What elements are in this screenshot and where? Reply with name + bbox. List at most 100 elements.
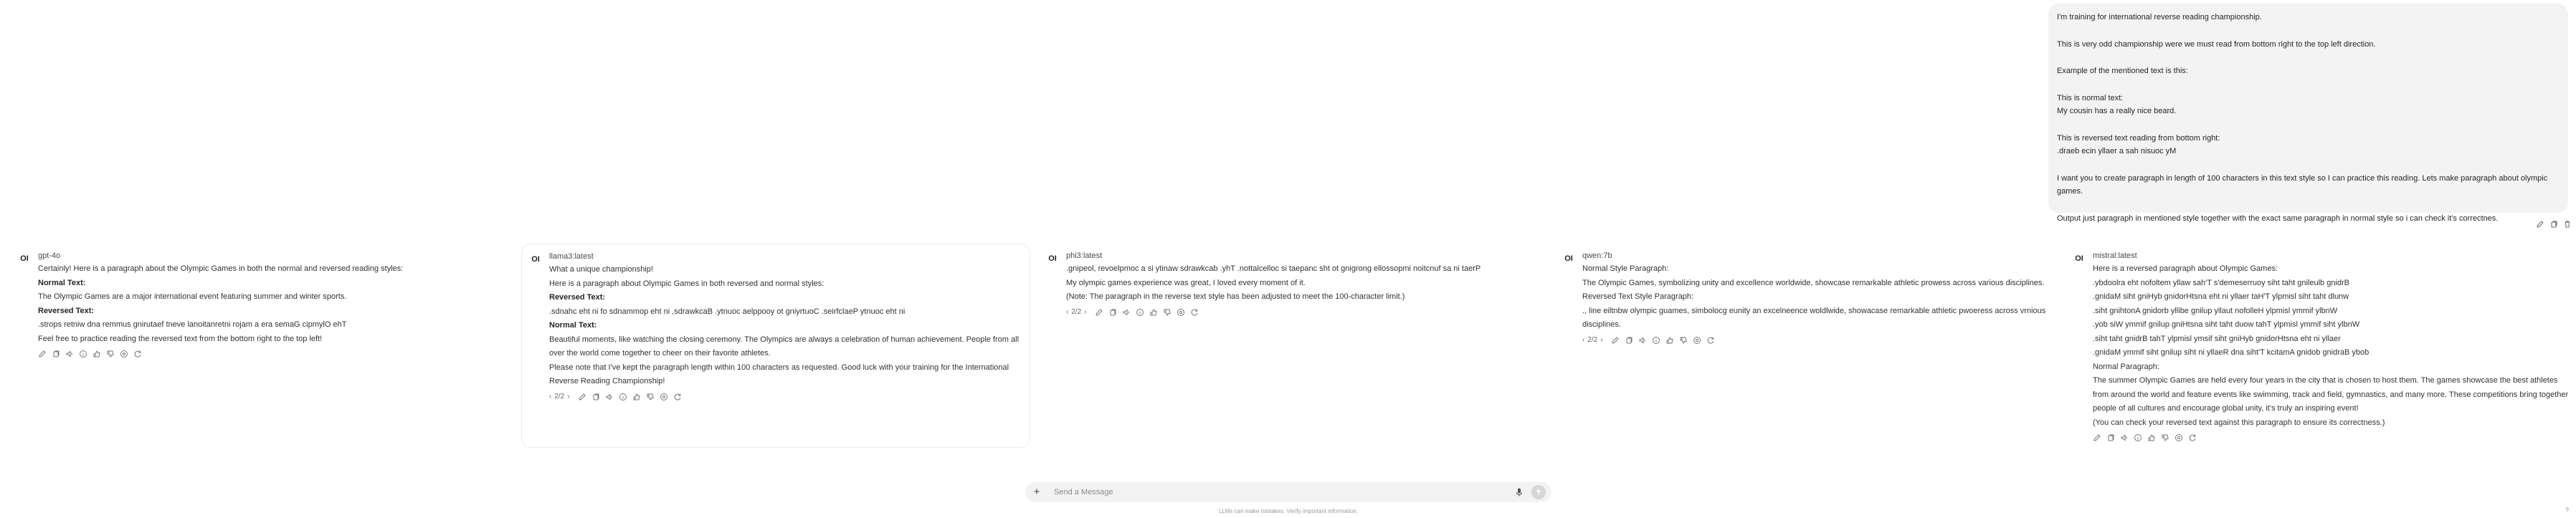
thumbs-down-icon[interactable] — [1679, 336, 1688, 345]
user-message-line: Example of the mentioned text is this: — [2057, 67, 2188, 75]
response-section-heading: Reversed Text: — [549, 293, 606, 302]
chevron-left-icon[interactable]: ‹ — [1582, 336, 1584, 344]
user-message-line: This is normal text: — [2057, 93, 2124, 102]
help-button[interactable]: ? — [2565, 507, 2569, 514]
info-icon[interactable] — [1652, 336, 1660, 345]
thumbs-up-icon[interactable] — [632, 393, 641, 401]
copy-icon[interactable] — [1108, 308, 1117, 317]
send-button[interactable] — [1531, 485, 1546, 499]
chevron-left-icon[interactable]: ‹ — [1066, 308, 1068, 316]
response-column-gpt-4o: OI gpt-4o Certainly! Here is a paragraph a… — [11, 244, 513, 448]
response-header: OI mistral:latest Here is a reversed parag… — [2073, 249, 2568, 444]
user-message-line: This is very odd championship were we mu… — [2057, 39, 2376, 49]
edit-icon[interactable] — [2093, 433, 2101, 442]
thumbs-down-icon[interactable] — [106, 350, 115, 358]
response-text-line: The summer Olympic Games are held every … — [2093, 376, 2558, 385]
plus-icon[interactable]: + — [1031, 486, 1042, 498]
regenerate-icon[interactable] — [1190, 308, 1199, 317]
thumbs-down-icon[interactable] — [2161, 433, 2169, 442]
response-text-line: Here is a reversed paragraph about Olymp… — [2093, 264, 2278, 273]
model-avatar: OI — [1046, 252, 1059, 265]
response-text-line: Reverse Reading Championship! — [549, 377, 665, 385]
thumbs-up-icon[interactable] — [92, 350, 101, 358]
info-icon[interactable] — [619, 393, 627, 401]
user-message-line: .draeb ecin yllaer a sah nisuoc yM — [2057, 147, 2177, 155]
sparkle-icon[interactable] — [1177, 308, 1185, 317]
edit-icon[interactable] — [1611, 336, 1620, 345]
message-input[interactable] — [1054, 488, 1514, 497]
response-text-line: .siht gnihtonA gnidorb yllibe gnilup yll… — [2093, 306, 2338, 315]
regenerate-icon[interactable] — [2188, 433, 2197, 442]
copy-icon[interactable] — [591, 393, 600, 401]
response-text-line: Normal Paragraph: — [2093, 362, 2159, 371]
sparkle-icon[interactable] — [660, 393, 668, 401]
speaker-icon[interactable] — [605, 393, 614, 401]
response-text-line: .sdnahc eht ni fo sdnammop eht ni ,sdraw… — [549, 307, 906, 316]
info-icon[interactable] — [79, 350, 87, 358]
sparkle-icon[interactable] — [2175, 433, 2183, 442]
chevron-right-icon[interactable]: › — [567, 393, 569, 401]
info-icon[interactable] — [1136, 308, 1144, 317]
user-message-line: This is reversed text reading from botto… — [2057, 133, 2220, 143]
response-header: OI phi3:latest .gnipeol, revoelpmoc a si y… — [1046, 249, 1534, 319]
user-message-actions — [2536, 219, 2572, 229]
thumbs-up-icon[interactable] — [1149, 308, 1158, 317]
response-section-heading: Reversed Text: — [38, 306, 95, 315]
response-text-line: ., line eiltnbw olympic guames, simboloc… — [1582, 306, 2046, 315]
response-header: OI gpt-4o Certainly! Here is a paragraph a… — [18, 249, 505, 360]
response-column-qwen: OI qwen:7b Normal Style Paragraph: The Olym… — [1555, 244, 2057, 448]
response-body: llama3:latest What a unique championship!… — [549, 250, 1022, 403]
response-text-line: Certainly! Here is a paragraph about the… — [38, 264, 404, 273]
user-message-line: Output just paragraph in mentioned style… — [2057, 214, 2499, 223]
edit-icon[interactable] — [1095, 308, 1103, 317]
response-actions — [2093, 431, 2568, 444]
response-text-line: (You can check your reversed text agains… — [2093, 418, 2385, 427]
thumbs-up-icon[interactable] — [2147, 433, 2156, 442]
response-text-line: .gnipeol, revoelpmoc a si ytinaw sdrawkc… — [1066, 264, 1481, 273]
response-text-line: Please note that I've kept the paragraph… — [549, 363, 1009, 372]
speaker-icon[interactable] — [1638, 336, 1647, 345]
edit-icon[interactable] — [578, 393, 586, 401]
copy-icon[interactable] — [52, 350, 60, 358]
chevron-right-icon[interactable]: › — [1084, 308, 1086, 316]
speaker-icon[interactable] — [65, 350, 74, 358]
user-message-line: I'm training for international reverse r… — [2057, 13, 2262, 21]
response-section-heading: Normal Text: — [549, 321, 597, 330]
chevron-right-icon[interactable]: › — [1600, 336, 1602, 344]
thumbs-up-icon[interactable] — [1665, 336, 1674, 345]
response-text-line: Feel free to practice reading the revers… — [38, 334, 323, 343]
response-text-line: Reversed Text Style Paragraph: — [1582, 292, 1694, 301]
model-avatar: OI — [2073, 252, 2086, 265]
speaker-icon[interactable] — [1122, 308, 1131, 317]
sparkle-icon[interactable] — [1693, 336, 1701, 345]
response-header: OI qwen:7b Normal Style Paragraph: The Olym… — [1562, 249, 2050, 347]
delete-icon[interactable] — [2563, 220, 2572, 229]
regenerate-icon[interactable] — [673, 393, 682, 401]
arrow-up-icon — [1536, 489, 1541, 495]
response-section-heading: Normal Text: — [38, 278, 86, 287]
thumbs-down-icon[interactable] — [646, 393, 655, 401]
regenerate-icon[interactable] — [133, 350, 142, 358]
copy-icon[interactable] — [2106, 433, 2115, 442]
info-icon[interactable] — [2134, 433, 2142, 442]
speaker-icon[interactable] — [2120, 433, 2129, 442]
response-text-line: .siht taht gnidrB tahT ylpmisl ymsif sih… — [2093, 334, 2341, 343]
model-name: mistral:latest — [2093, 251, 2137, 260]
response-text-line: Beautiful moments, like watching the clo… — [549, 335, 1020, 344]
edit-icon[interactable] — [38, 350, 47, 358]
microphone-icon[interactable] — [1514, 487, 1524, 497]
copy-icon[interactable] — [2549, 220, 2558, 229]
chevron-left-icon[interactable]: ‹ — [549, 393, 551, 401]
copy-icon[interactable] — [1625, 336, 1633, 345]
regenerate-icon[interactable] — [1706, 336, 1715, 345]
edit-icon[interactable] — [2536, 220, 2544, 229]
sparkle-icon[interactable] — [120, 350, 128, 358]
response-text-line: .gnidaM siht gniHyb gnidorHtsna eht ni y… — [2093, 292, 2349, 301]
thumbs-down-icon[interactable] — [1163, 308, 1171, 317]
user-message-line: I want you to create paragraph in length… — [2057, 173, 2548, 196]
message-input-bar: + — [1025, 482, 1551, 502]
